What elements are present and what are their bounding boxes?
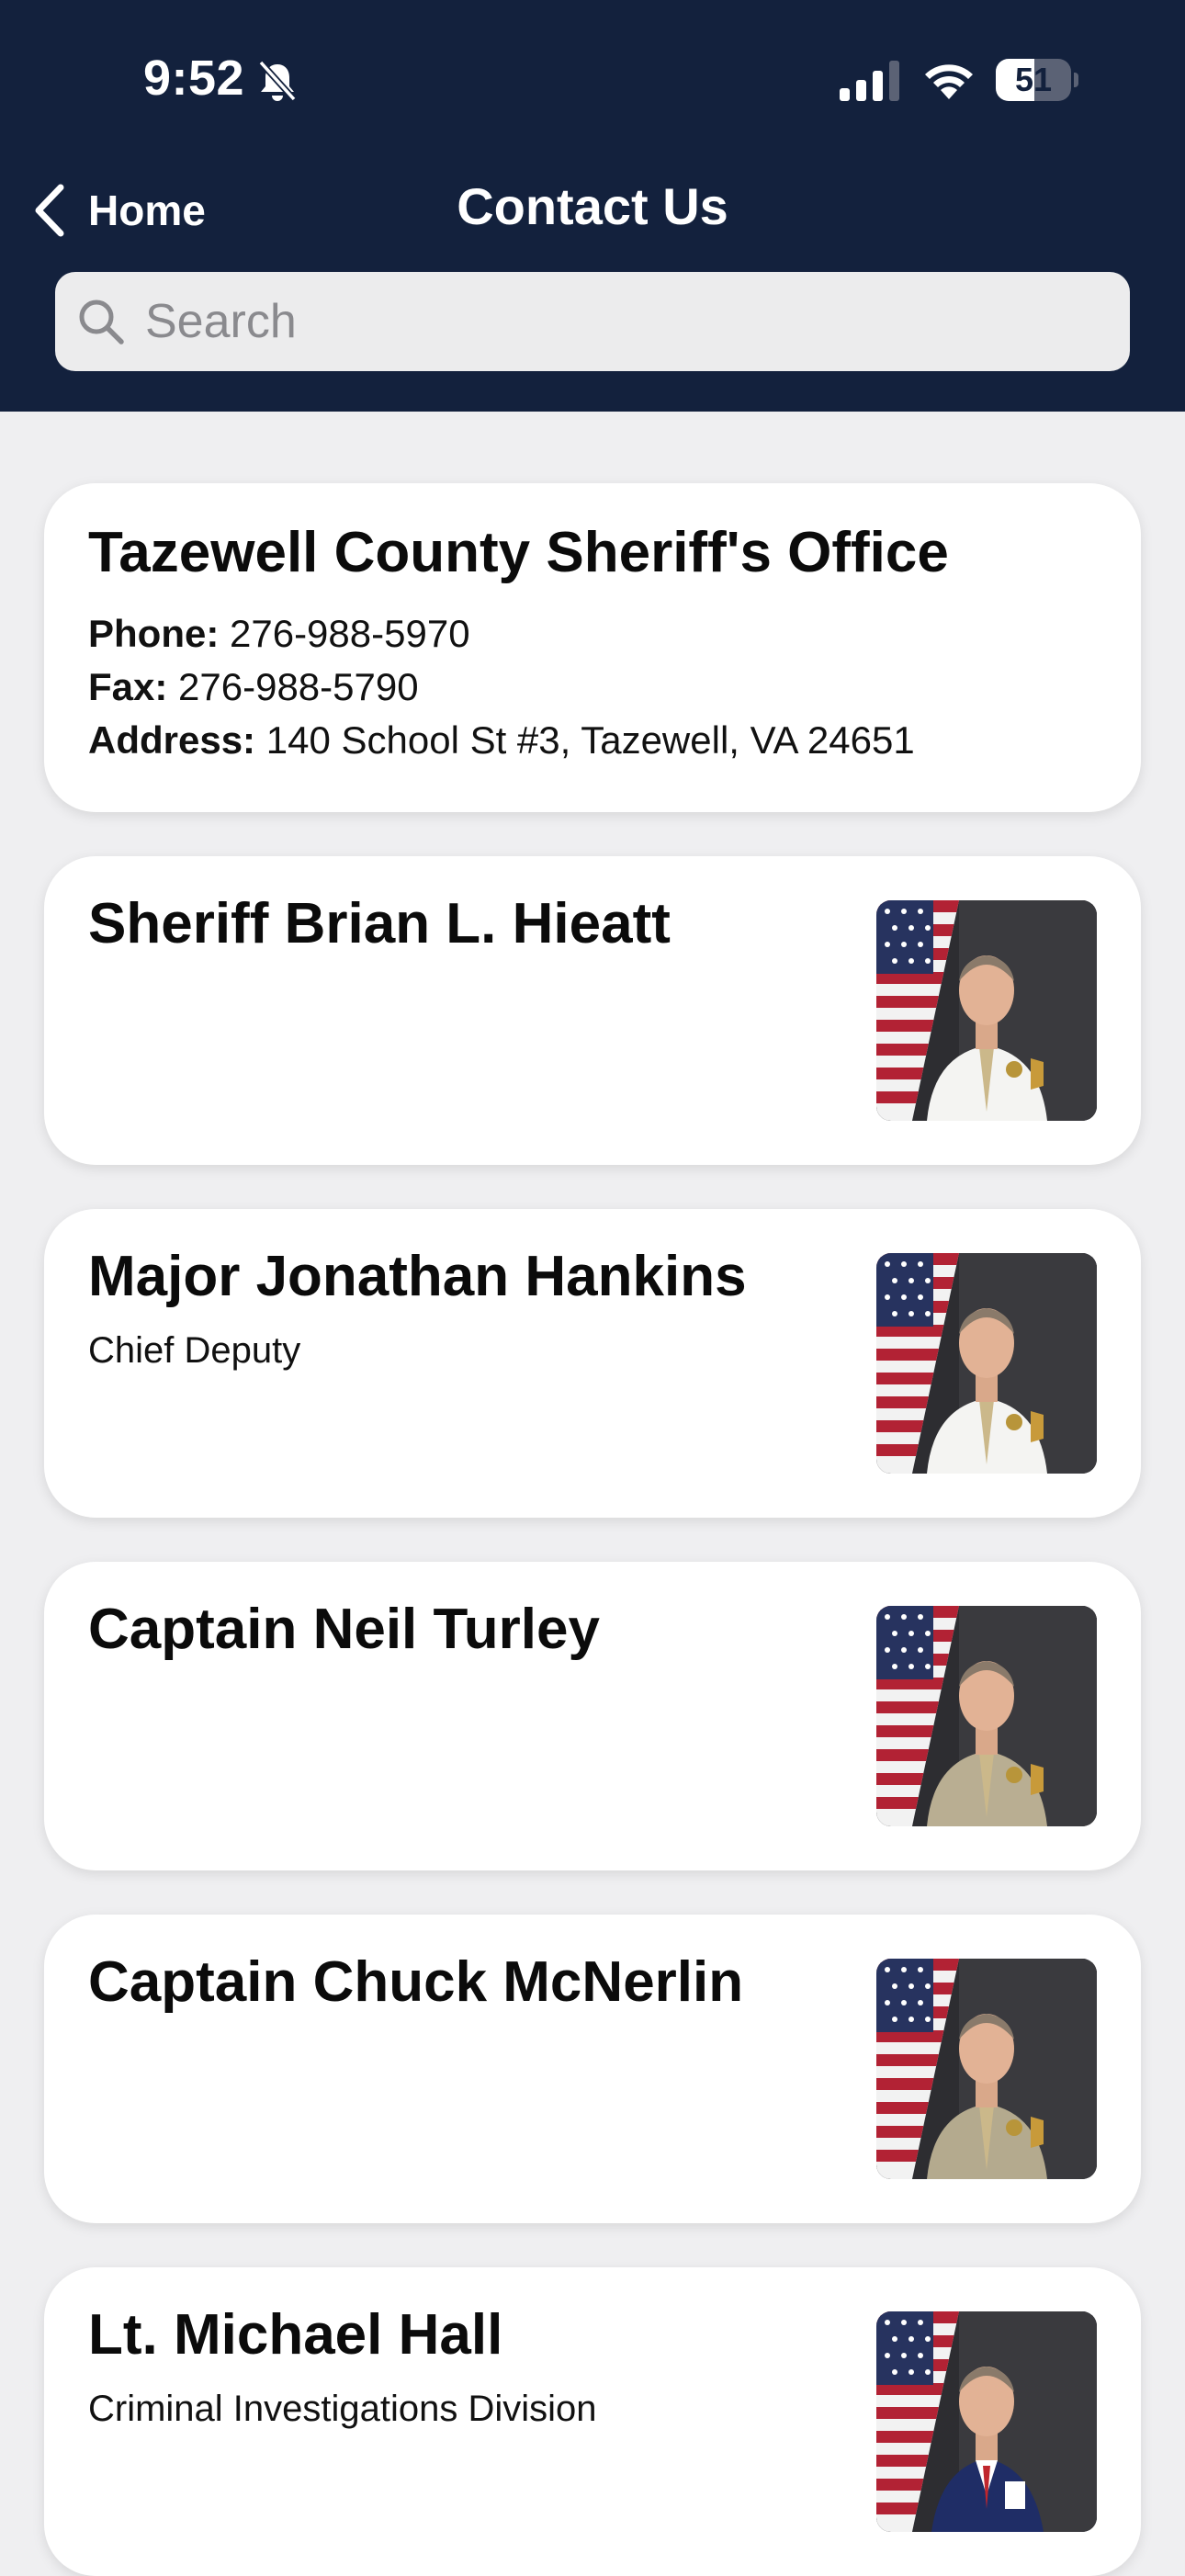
battery-icon: 51	[996, 59, 1078, 101]
cellular-signal-icon	[840, 61, 899, 101]
address-label: Address:	[88, 718, 256, 762]
phone-label: Phone:	[88, 612, 220, 655]
fax-label: Fax:	[88, 665, 168, 708]
contact-photo	[876, 1606, 1097, 1826]
office-fax: Fax: 276-988-5790	[88, 665, 419, 709]
contact-card[interactable]: Major Jonathan Hankins Chief Deputy	[44, 1209, 1141, 1518]
contact-card[interactable]: Captain Neil Turley	[44, 1562, 1141, 1870]
contact-photo	[876, 1253, 1097, 1474]
office-info-card[interactable]: Tazewell County Sheriff's Office Phone: …	[44, 483, 1141, 812]
portrait-illustration	[876, 2311, 1097, 2532]
address-value[interactable]: 140 School St #3, Tazewell, VA 24651	[266, 718, 915, 762]
status-bar: 9:52 51	[0, 0, 1185, 156]
contact-name: Lt. Michael Hall	[88, 2303, 503, 2367]
contact-title: Criminal Investigations Division	[88, 2389, 597, 2429]
portrait-illustration	[876, 1253, 1097, 1474]
contact-name: Major Jonathan Hankins	[88, 1245, 747, 1308]
contact-card[interactable]: Sheriff Brian L. Hieatt	[44, 856, 1141, 1165]
navigation-bar: Home Contact Us	[0, 165, 1185, 257]
office-phone[interactable]: Phone: 276-988-5970	[88, 612, 470, 656]
contact-photo	[876, 1959, 1097, 2179]
fax-value: 276-988-5790	[178, 665, 419, 708]
bell-slash-icon	[258, 60, 297, 102]
portrait-illustration	[876, 900, 1097, 1121]
app-header: 9:52 51 Home Contact Us Search	[0, 0, 1185, 412]
status-time: 9:52	[143, 51, 245, 106]
search-input[interactable]	[145, 285, 1091, 358]
search-bar[interactable]	[55, 272, 1130, 371]
contact-name: Captain Neil Turley	[88, 1598, 600, 1661]
office-name: Tazewell County Sheriff's Office	[88, 521, 949, 584]
contact-title: Chief Deputy	[88, 1330, 301, 1371]
contact-card[interactable]: Captain Chuck McNerlin	[44, 1915, 1141, 2223]
contact-photo	[876, 900, 1097, 1121]
magnifying-glass-icon	[79, 299, 124, 345]
wifi-icon	[925, 64, 973, 99]
contact-photo	[876, 2311, 1097, 2532]
page-title: Contact Us	[457, 177, 728, 235]
battery-level: 51	[1014, 61, 1053, 98]
contact-name: Sheriff Brian L. Hieatt	[88, 892, 671, 955]
portrait-illustration	[876, 1606, 1097, 1826]
contact-name: Captain Chuck McNerlin	[88, 1950, 744, 2014]
contact-card[interactable]: Lt. Michael Hall Criminal Investigations…	[44, 2267, 1141, 2576]
portrait-illustration	[876, 1959, 1097, 2179]
phone-value[interactable]: 276-988-5970	[230, 612, 470, 655]
office-address[interactable]: Address: 140 School St #3, Tazewell, VA …	[88, 718, 915, 763]
